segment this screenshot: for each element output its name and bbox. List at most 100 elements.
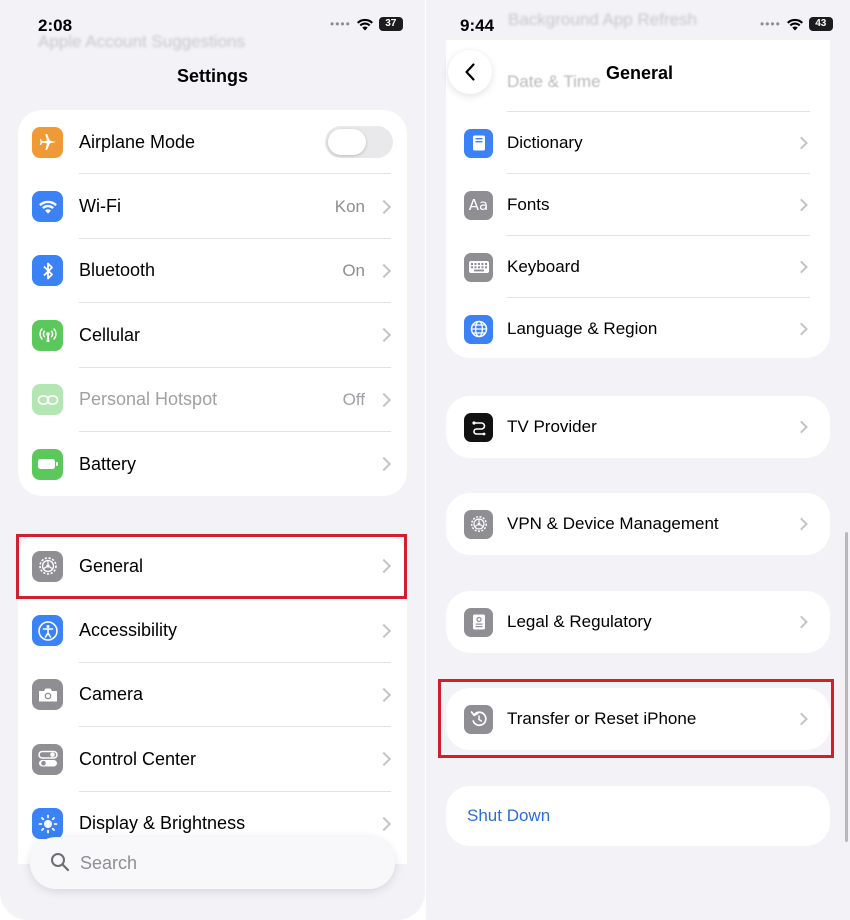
chevron-right-icon: [795, 420, 808, 434]
shutdown-group: Shut Down: [446, 786, 830, 846]
row-label: Display & Brightness: [79, 813, 246, 834]
row-label: Camera: [79, 684, 144, 705]
chevron-right-icon: [795, 712, 808, 726]
battery-indicator: 43: [808, 17, 833, 31]
chevron-right-icon: [376, 392, 392, 407]
wifi-status-icon: [356, 18, 373, 30]
gear-icon: [32, 550, 63, 582]
chevron-right-icon: [376, 752, 392, 767]
chevron-right-icon: [795, 136, 808, 150]
row-label: Fonts: [507, 195, 550, 214]
reset-icon: [464, 704, 493, 734]
row-label: Date & Time: [507, 72, 601, 91]
sun-icon: [32, 808, 63, 840]
chevron-right-icon: [376, 687, 392, 703]
row-label: Control Center: [79, 748, 197, 769]
chevron-right-icon: [795, 322, 808, 336]
chevron-right-icon: [795, 615, 808, 629]
page-title: General: [606, 63, 674, 83]
settings-screen: 2:08 •••• 37 Apple Account Suggestions S…: [0, 0, 425, 920]
scrollbar[interactable]: [845, 532, 848, 842]
settings-row-general[interactable]: General: [18, 534, 407, 599]
search-input[interactable]: [80, 849, 370, 877]
row-label: TV Provider: [507, 417, 597, 436]
transfer-group: Transfer or Reset iPhone: [446, 688, 830, 750]
row-value: On: [342, 260, 365, 280]
settings-row-personal-hotspot[interactable]: Personal Hotspot Off: [18, 368, 407, 432]
row-label: Language & Region: [507, 319, 658, 338]
row-label: Transfer or Reset iPhone: [507, 709, 697, 728]
row-label: Battery: [79, 453, 137, 474]
chevron-left-icon: [465, 63, 475, 81]
tv-provider-icon: [464, 412, 493, 442]
row-value: Kon: [334, 196, 365, 216]
general-row-legal-regulatory[interactable]: Legal & Regulatory: [446, 591, 830, 653]
general-row-language-region[interactable]: Language & Region: [446, 298, 830, 358]
battery-indicator: 37: [378, 17, 403, 31]
general-screen: Background App Refresh 9:44 •••• 43 Date…: [426, 0, 850, 920]
toggle-knob: [328, 129, 366, 156]
airplane-icon: [32, 126, 63, 158]
fonts-glyph: Aa: [468, 196, 489, 214]
row-value: Off: [342, 389, 365, 409]
general-row-keyboard[interactable]: Keyboard: [446, 236, 830, 298]
settings-row-battery[interactable]: Battery: [18, 432, 407, 496]
control-center-icon: [32, 743, 63, 775]
settings-row-wifi[interactable]: Wi-Fi Kon: [18, 174, 407, 239]
general-group: Date & Time Dictionary Aa Fonts Keyboard: [446, 40, 830, 358]
row-label: Cellular: [79, 324, 141, 345]
status-time: 9:44: [460, 16, 495, 35]
chevron-right-icon: [376, 457, 392, 472]
row-label: VPN & Device Management: [507, 514, 719, 533]
general-row-transfer-reset[interactable]: Transfer or Reset iPhone: [446, 688, 830, 750]
legal-document-icon: [464, 607, 493, 637]
row-label: Airplane Mode: [79, 131, 196, 152]
system-group: General Accessibility Camera Control Cen…: [18, 534, 407, 864]
page-title: Settings: [176, 66, 248, 86]
row-label: Personal Hotspot: [79, 389, 218, 410]
general-row-fonts[interactable]: Aa Fonts: [446, 174, 830, 236]
accessibility-icon: [32, 615, 63, 647]
wifi-status-icon: [786, 18, 803, 30]
row-label: Legal & Regulatory: [507, 612, 652, 631]
general-row-tv-provider[interactable]: TV Provider: [446, 396, 830, 458]
ghost-row-text: Apple Account Suggestions: [38, 32, 245, 51]
legal-group: Legal & Regulatory: [446, 591, 830, 653]
status-icons: •••• 37: [330, 17, 403, 31]
search-bar[interactable]: [30, 837, 395, 889]
chevron-right-icon: [795, 517, 808, 531]
chevron-right-icon: [376, 263, 392, 279]
airplane-mode-toggle[interactable]: [325, 126, 393, 159]
chevron-right-icon: [376, 559, 392, 574]
shutdown-label: Shut Down: [467, 806, 551, 825]
connectivity-group: Airplane Mode Wi-Fi Kon Bluetooth On Cel…: [18, 110, 407, 496]
settings-row-accessibility[interactable]: Accessibility: [18, 598, 407, 663]
row-label: Accessibility: [79, 620, 178, 641]
battery-icon: [32, 448, 63, 480]
settings-row-control-center[interactable]: Control Center: [18, 727, 407, 792]
row-label: Dictionary: [507, 133, 583, 152]
general-row-dictionary[interactable]: Dictionary: [446, 112, 830, 174]
signal-dots-icon: ••••: [760, 17, 781, 31]
cellular-icon: [32, 319, 63, 351]
back-button[interactable]: [448, 50, 492, 94]
vpn-group: VPN & Device Management: [446, 493, 830, 555]
fonts-icon: Aa: [464, 190, 493, 220]
hotspot-icon: [32, 384, 63, 416]
status-icons: •••• 43: [760, 17, 833, 31]
ghost-row-text: Background App Refresh: [508, 10, 698, 29]
general-row-vpn-device-management[interactable]: VPN & Device Management: [446, 493, 830, 555]
chevron-right-icon: [376, 623, 392, 638]
camera-icon: [32, 679, 63, 711]
row-label: Bluetooth: [79, 260, 156, 281]
settings-row-cellular[interactable]: Cellular: [18, 303, 407, 368]
tv-provider-group: TV Provider: [446, 396, 830, 458]
row-label: Keyboard: [507, 257, 580, 276]
settings-row-camera[interactable]: Camera: [18, 663, 407, 728]
row-label: General: [79, 555, 144, 576]
chevron-right-icon: [795, 260, 808, 274]
chevron-right-icon: [376, 816, 392, 831]
settings-row-bluetooth[interactable]: Bluetooth On: [18, 239, 407, 304]
shutdown-button[interactable]: Shut Down: [446, 786, 830, 846]
settings-row-airplane-mode[interactable]: Airplane Mode: [18, 110, 407, 175]
